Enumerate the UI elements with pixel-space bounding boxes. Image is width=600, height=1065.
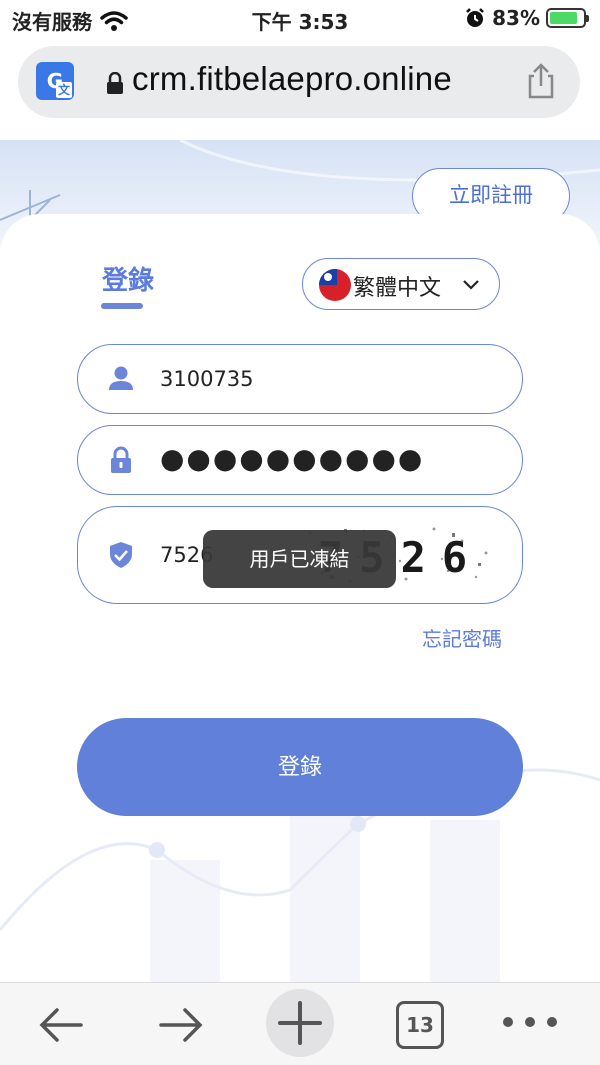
toast-message: 用戶已凍結 <box>203 530 396 588</box>
new-tab-button[interactable] <box>266 989 334 1057</box>
translate-icon[interactable]: G 文 <box>36 62 74 100</box>
chevron-down-icon <box>463 280 479 290</box>
language-label: 繁體中文 <box>353 276 442 301</box>
shield-icon <box>110 542 132 568</box>
tab-count: 13 <box>406 1013 434 1037</box>
language-select[interactable]: 繁體中文 <box>302 258 500 310</box>
tab-login-underline <box>101 303 143 309</box>
username-input[interactable]: 3100735 <box>160 367 254 391</box>
status-bar: 沒有服務 下午 3:53 83% <box>0 0 600 38</box>
lock-icon <box>107 72 123 94</box>
user-icon <box>109 366 133 390</box>
url-bar[interactable]: G 文 crm.fitbelaepro.online <box>18 46 580 118</box>
battery-icon <box>546 8 589 28</box>
username-field[interactable]: 3100735 <box>77 344 523 414</box>
alarm-icon <box>466 8 485 27</box>
padlock-icon <box>111 446 131 473</box>
forgot-password-link[interactable]: 忘記密碼 <box>422 623 502 652</box>
share-icon[interactable] <box>524 62 558 100</box>
login-button[interactable]: 登錄 <box>77 718 523 816</box>
plus-icon <box>278 1001 322 1045</box>
tabs-icon[interactable]: 13 <box>396 1001 444 1049</box>
url-text[interactable]: crm.fitbelaepro.online <box>132 60 452 98</box>
battery-percent: 83% <box>492 6 540 30</box>
back-icon[interactable] <box>35 999 87 1051</box>
browser-toolbar: 13 <box>0 982 600 1065</box>
flag-icon <box>319 269 351 301</box>
status-right: 83% <box>464 6 589 30</box>
password-input[interactable]: ●●●●●●●●●● <box>160 442 424 475</box>
password-field[interactable]: ●●●●●●●●●● <box>77 425 523 495</box>
tab-login[interactable]: 登錄 <box>102 260 154 297</box>
more-icon[interactable] <box>500 1007 560 1037</box>
forward-icon[interactable] <box>155 999 207 1051</box>
